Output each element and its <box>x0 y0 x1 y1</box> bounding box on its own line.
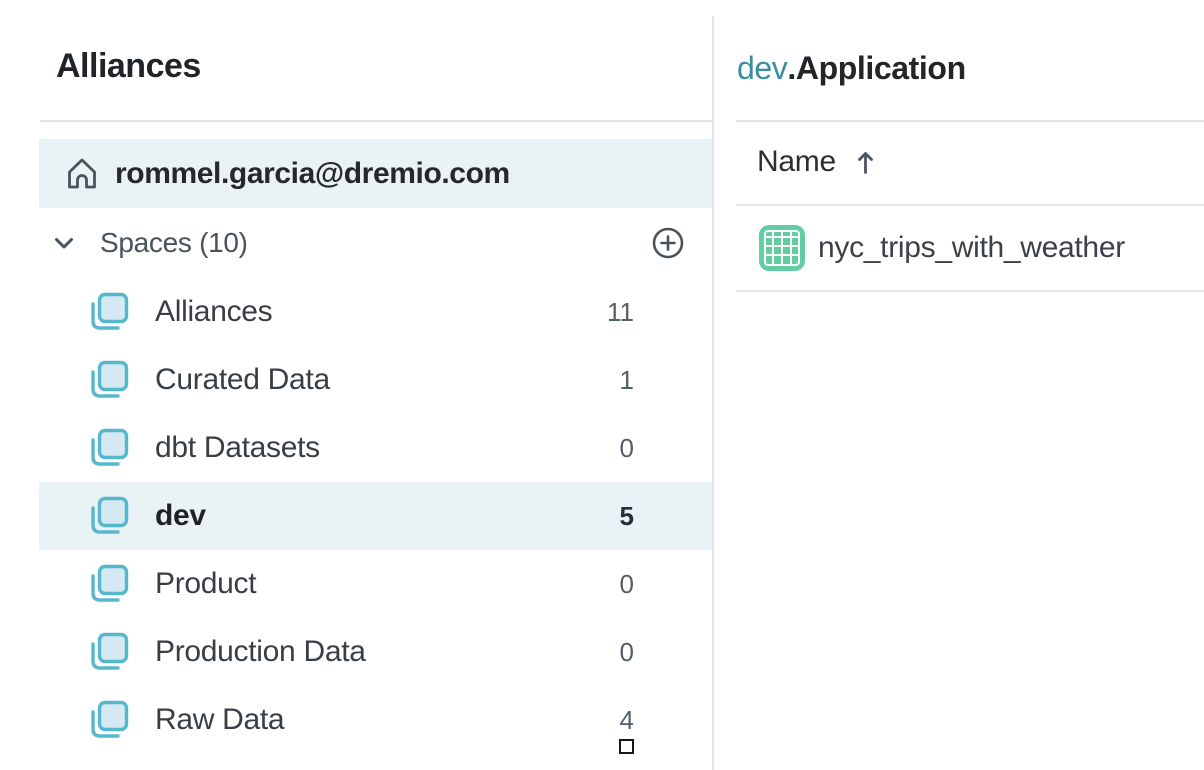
space-name: dbt Datasets <box>155 431 620 465</box>
page-title: Alliances <box>56 46 696 86</box>
panel-split-divider <box>712 16 714 770</box>
table-row-divider <box>736 290 1204 292</box>
breadcrumb-entity: .Application <box>787 50 965 86</box>
space-dataset-count: 5 <box>620 501 634 532</box>
space-item-product[interactable]: Product 0 <box>39 550 713 618</box>
user-email-label: rommel.garcia@dremio.com <box>115 157 510 191</box>
spaces-section-label: Spaces (10) <box>100 227 652 259</box>
sort-ascending-icon <box>857 149 874 176</box>
space-item-raw-data[interactable]: Raw Data 4 <box>39 686 713 754</box>
space-dataset-count: 0 <box>620 569 634 600</box>
space-name: dev <box>155 499 620 533</box>
space-item-dbt-datasets[interactable]: dbt Datasets 0 <box>39 414 713 482</box>
space-dataset-count: 1 <box>620 365 634 396</box>
dataset-row-nyc-trips-with-weather[interactable]: nyc_trips_with_weather <box>737 206 1204 290</box>
space-name: Raw Data <box>155 703 620 737</box>
left-panel-divider <box>40 120 712 122</box>
chevron-down-icon[interactable] <box>52 231 76 255</box>
home-catalog-item[interactable]: rommel.garcia@dremio.com <box>39 139 713 208</box>
space-icon <box>88 427 130 469</box>
space-name: Product <box>155 567 620 601</box>
column-name-label: Name <box>757 145 836 179</box>
space-icon <box>88 495 130 537</box>
space-icon <box>88 699 130 741</box>
space-dataset-count: 0 <box>620 637 634 668</box>
right-panel-header-divider <box>736 120 1204 122</box>
space-icon <box>88 631 130 673</box>
add-space-button[interactable] <box>652 227 684 259</box>
space-item-production-data[interactable]: Production Data 0 <box>39 618 713 686</box>
space-name: Production Data <box>155 635 620 669</box>
table-column-header-name[interactable]: Name <box>757 138 874 186</box>
space-item-curated-data[interactable]: Curated Data 1 <box>39 346 713 414</box>
space-icon <box>88 359 130 401</box>
space-dataset-count: 11 <box>607 297 634 328</box>
space-name: Curated Data <box>155 363 620 397</box>
breadcrumb-space-link[interactable]: dev <box>737 50 787 86</box>
home-icon <box>63 155 101 193</box>
dataset-table-icon <box>759 225 805 271</box>
space-name: Alliances <box>155 295 607 329</box>
dataset-name: nyc_trips_with_weather <box>818 231 1125 265</box>
breadcrumb: dev.Application <box>737 48 966 88</box>
space-item-dev[interactable]: dev 5 <box>39 482 713 550</box>
space-dataset-count: 4 <box>620 705 634 736</box>
space-icon <box>88 291 130 333</box>
stray-artifact-square <box>619 739 634 754</box>
space-dataset-count: 0 <box>620 433 634 464</box>
space-item-alliances[interactable]: Alliances 11 <box>39 278 713 346</box>
spaces-section-header: Spaces (10) <box>39 208 713 278</box>
space-icon <box>88 563 130 605</box>
dremio-catalog-screen: Alliances rommel.garcia@dremio.com Space… <box>0 0 1204 770</box>
